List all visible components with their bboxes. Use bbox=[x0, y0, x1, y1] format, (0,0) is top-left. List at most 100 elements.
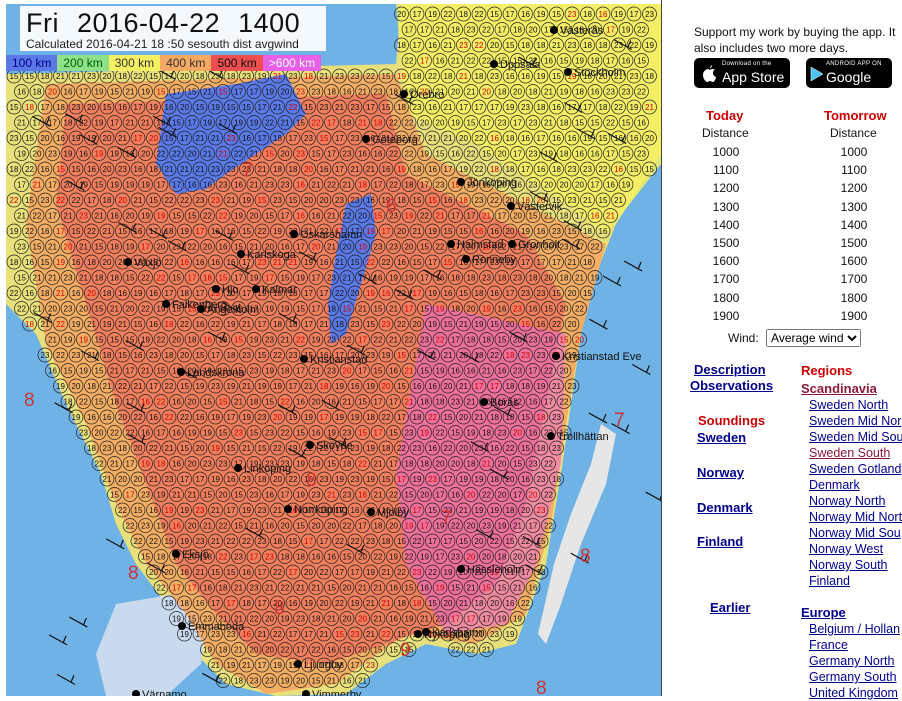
wind-cell-value: 16 bbox=[320, 165, 329, 174]
wind-cell-value: 21 bbox=[203, 522, 212, 531]
wind-cell-value: 20 bbox=[444, 382, 453, 391]
app-store-button[interactable]: Download on the App Store bbox=[694, 58, 790, 88]
wind-cell-value: 19 bbox=[56, 258, 65, 267]
region-link[interactable]: United Kingdom bbox=[809, 685, 900, 701]
region-link[interactable]: Sweden Gotland bbox=[809, 461, 902, 477]
observations-link-text[interactable]: Observations bbox=[690, 378, 773, 393]
tomorrow-time-link[interactable]: 1400 bbox=[824, 216, 884, 234]
wind-cell-value: 15 bbox=[312, 150, 321, 159]
tomorrow-time-link[interactable]: 1700 bbox=[824, 270, 884, 288]
today-time-link[interactable]: 1500 bbox=[696, 234, 756, 252]
town-dot bbox=[457, 565, 465, 573]
sounding-denmark-text[interactable]: Denmark bbox=[697, 500, 753, 515]
region-link[interactable]: Sweden Mid Sou bbox=[809, 429, 902, 445]
tomorrow-time-link[interactable]: 1300 bbox=[824, 198, 884, 216]
wind-cell-value: 19 bbox=[273, 227, 282, 236]
scandinavia-link[interactable]: Scandinavia bbox=[801, 381, 877, 396]
region-link[interactable]: France bbox=[809, 637, 900, 653]
tomorrow-time-link[interactable]: 1600 bbox=[824, 252, 884, 270]
forecast-map[interactable]: 20 17 19 22 18 22 15 17 16 19 15 23 18 16 19 17 23 17 17 21… bbox=[6, 4, 661, 696]
town-dot bbox=[508, 240, 516, 248]
wind-cell-value: 17 bbox=[482, 615, 491, 624]
region-link[interactable]: Belgium / Hollan bbox=[809, 621, 900, 637]
wind-cell-value: 15 bbox=[234, 522, 243, 531]
sounding-sweden-link[interactable]: Sweden bbox=[697, 430, 746, 445]
wind-cell-value: 21 bbox=[172, 491, 181, 500]
region-link[interactable]: Norway South bbox=[809, 557, 902, 573]
region-link[interactable]: Germany South bbox=[809, 669, 900, 685]
wind-cell-value: 18 bbox=[312, 615, 321, 624]
wind-cell-value: 15 bbox=[203, 491, 212, 500]
tomorrow-time-link[interactable]: 1500 bbox=[824, 234, 884, 252]
google-play-button[interactable]: ANDROID APP ON Google play bbox=[806, 58, 892, 101]
wind-select[interactable]: Average wind bbox=[766, 329, 862, 347]
today-time-link[interactable]: 1100 bbox=[696, 161, 756, 179]
observations-link[interactable]: Observations bbox=[690, 378, 773, 393]
wind-cell-value: 22 bbox=[312, 119, 321, 128]
scandinavia-link-text[interactable]: Scandinavia bbox=[801, 381, 877, 396]
region-link[interactable]: Norway West bbox=[809, 541, 902, 557]
today-time-link[interactable]: 1400 bbox=[696, 216, 756, 234]
tomorrow-time-link[interactable]: 1000 bbox=[824, 143, 884, 161]
sounding-norway-link[interactable]: Norway bbox=[697, 465, 744, 480]
wind-cell-value: 21 bbox=[382, 599, 391, 608]
wind-cell-value: 21 bbox=[203, 88, 212, 97]
tomorrow-heading: Tomorrow bbox=[824, 108, 887, 123]
tomorrow-time-link[interactable]: 1800 bbox=[824, 289, 884, 307]
wind-cell-value: 18 bbox=[482, 336, 491, 345]
wind-cell-value: 17 bbox=[358, 522, 367, 531]
europe-link[interactable]: Europe bbox=[801, 605, 846, 620]
region-link[interactable]: Norway North bbox=[809, 493, 902, 509]
sounding-denmark-link[interactable]: Denmark bbox=[697, 500, 753, 515]
sounding-finland-text[interactable]: Finland bbox=[697, 534, 743, 549]
earlier-link-text[interactable]: Earlier bbox=[710, 600, 750, 615]
wind-cell-value: 15 bbox=[382, 475, 391, 484]
wind-cell-value: 23 bbox=[490, 72, 499, 81]
tomorrow-time-link[interactable]: 1100 bbox=[824, 161, 884, 179]
sounding-sweden-text[interactable]: Sweden bbox=[697, 430, 746, 445]
region-link[interactable]: Denmark bbox=[809, 477, 902, 493]
wind-cell-value: 22 bbox=[467, 646, 476, 655]
tomorrow-time-link[interactable]: 1200 bbox=[824, 179, 884, 197]
sounding-finland-link[interactable]: Finland bbox=[697, 534, 743, 549]
wind-cell-value: 16 bbox=[172, 398, 181, 407]
wind-cell-value: 15 bbox=[118, 227, 127, 236]
description-link[interactable]: Description bbox=[694, 362, 766, 377]
today-time-link[interactable]: 1200 bbox=[696, 179, 756, 197]
wind-cell-value: 23 bbox=[227, 165, 236, 174]
sounding-norway-text[interactable]: Norway bbox=[697, 465, 744, 480]
today-time-link[interactable]: 1600 bbox=[696, 252, 756, 270]
town-label: Norrköping bbox=[294, 504, 348, 516]
wind-cell-value: 22 bbox=[614, 103, 623, 112]
today-time-link[interactable]: 1000 bbox=[696, 143, 756, 161]
region-link[interactable]: Finland bbox=[809, 573, 902, 589]
wind-cell-value: 23 bbox=[529, 336, 538, 345]
region-link[interactable]: Sweden South bbox=[809, 445, 902, 461]
region-link[interactable]: Norway Mid Sou bbox=[809, 525, 902, 541]
wind-cell-value: 22 bbox=[335, 289, 344, 298]
region-link[interactable]: Norway Mid Nort bbox=[809, 509, 902, 525]
wind-cell-value: 20 bbox=[103, 165, 112, 174]
wind-cell-value: 22 bbox=[335, 599, 344, 608]
wind-cell-value: 22 bbox=[552, 320, 561, 329]
region-link[interactable]: Germany North bbox=[809, 653, 900, 669]
earlier-link[interactable]: Earlier bbox=[710, 600, 750, 615]
wind-cell-value: 23 bbox=[529, 150, 538, 159]
wind-cell-value: 21 bbox=[79, 274, 88, 283]
wind-cell-value: 17 bbox=[389, 398, 398, 407]
description-link-text[interactable]: Description bbox=[694, 362, 766, 377]
tomorrow-time-link[interactable]: 1900 bbox=[824, 307, 884, 325]
map-canvas[interactable]: 20 17 19 22 18 22 15 17 16 19 15 23 18 16 19 17 23 17 17 21… bbox=[6, 4, 661, 696]
wind-cell-value: 20 bbox=[103, 258, 112, 267]
region-link[interactable]: Sweden North bbox=[809, 397, 902, 413]
wind-cell-value: 18 bbox=[467, 274, 476, 283]
today-time-link[interactable]: 1700 bbox=[696, 270, 756, 288]
wind-cell-value: 18 bbox=[110, 398, 119, 407]
wind-cell-value: 15 bbox=[413, 258, 422, 267]
europe-link-text[interactable]: Europe bbox=[801, 605, 846, 620]
wind-cell-value: 18 bbox=[521, 382, 530, 391]
region-link[interactable]: Sweden Mid Nor bbox=[809, 413, 902, 429]
today-time-link[interactable]: 1300 bbox=[696, 198, 756, 216]
today-time-link[interactable]: 1900 bbox=[696, 307, 756, 325]
today-time-link[interactable]: 1800 bbox=[696, 289, 756, 307]
